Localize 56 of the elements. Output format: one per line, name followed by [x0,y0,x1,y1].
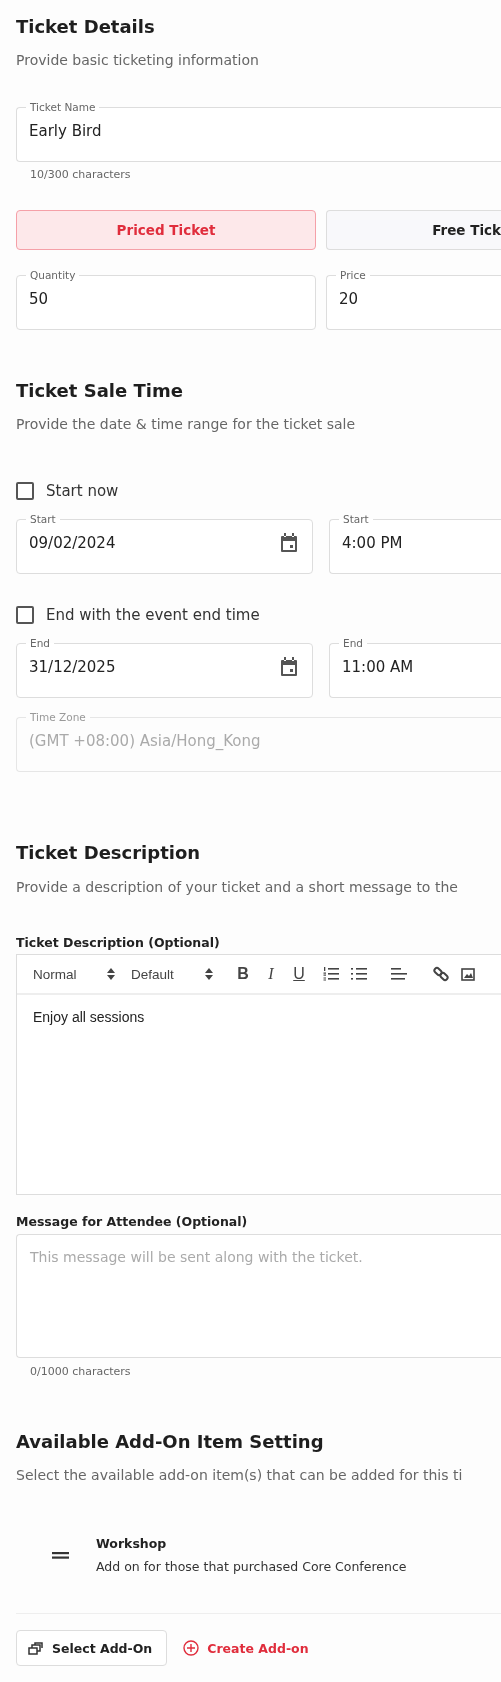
section-subtitle: Provide basic ticketing information [16,51,260,70]
time-field[interactable]: End 11:00 AM [329,636,501,698]
time-field[interactable]: Start 4:00 PM [329,512,501,574]
image-icon[interactable] [461,967,475,981]
checkbox-label: End with the event end time [46,606,260,624]
checkbox[interactable] [16,606,34,624]
field-label: Start [342,512,370,526]
price-field[interactable]: Price 20 [326,268,501,330]
editor-text: Enjoy all sessions [32,1008,146,1027]
section-heading: Ticket Details [16,15,156,39]
date-field[interactable]: Start 09/02/2024 [16,512,313,574]
field-label: Ticket Name [29,100,97,114]
align-left-icon[interactable] [391,967,407,981]
message-label: Message for Attendee (Optional) [16,1214,249,1230]
format-button[interactable]: B [229,965,257,983]
create-addon-link[interactable]: Create Add-on [177,1640,315,1656]
numbered-list-icon[interactable] [323,967,339,981]
field-label: Price [339,268,367,282]
format-button[interactable]: U [285,965,313,983]
format-button[interactable]: I [257,965,285,983]
checkbox-label: Start now [46,482,119,500]
ticket-type-toggle[interactable]: Priced Ticket [16,210,316,250]
windows-icon [28,1641,43,1655]
field-label: Time Zone [29,710,87,724]
character-counter: 10/300 characters [29,168,132,182]
rich-text-editor[interactable]: Normal Default B I U Enjoy all sessions [16,954,501,1195]
bullet-list-icon[interactable] [351,967,367,981]
sort-arrows-icon [107,968,115,980]
field-label: End [342,636,364,650]
sort-arrows-icon [205,968,213,980]
section-heading: Available Add-On Item Setting [16,1430,325,1454]
drag-handle-icon[interactable] [52,1552,69,1559]
section-heading: Ticket Description [16,841,202,865]
plus-circle-icon [183,1640,200,1656]
checkbox[interactable] [16,482,34,500]
addon-description: Add on for those that purchased Core Conference [96,1558,407,1576]
ticket-type-toggle[interactable]: Free Tick [326,210,501,250]
select-addon-button[interactable]: Select Add-On [16,1630,168,1666]
editor-label: Ticket Description (Optional) [16,935,221,951]
calendar-icon[interactable] [280,657,298,677]
quantity-field[interactable]: Quantity 50 [16,268,316,330]
field-label: Start [29,512,57,526]
font-dropdown[interactable]: Default [131,966,213,982]
section-subtitle: Provide a description of your ticket and a short message to the [16,878,459,897]
calendar-icon[interactable] [280,533,298,553]
addon-name: Workshop [96,1535,168,1553]
ticket-name-field[interactable]: Ticket Name Early Bird [16,100,501,162]
link-icon[interactable] [433,966,449,982]
field-label: End [29,636,51,650]
section-heading: Ticket Sale Time [16,379,184,403]
character-counter: 0/1000 characters [29,1365,132,1379]
section-subtitle: Select the available add-on item(s) that can be added for this ti [16,1466,464,1485]
field-label: Quantity [29,268,77,282]
section-subtitle: Provide the date & time range for the ticket sale [16,415,357,434]
date-field[interactable]: End 31/12/2025 [16,636,313,698]
format-dropdown[interactable]: Normal [33,966,115,982]
